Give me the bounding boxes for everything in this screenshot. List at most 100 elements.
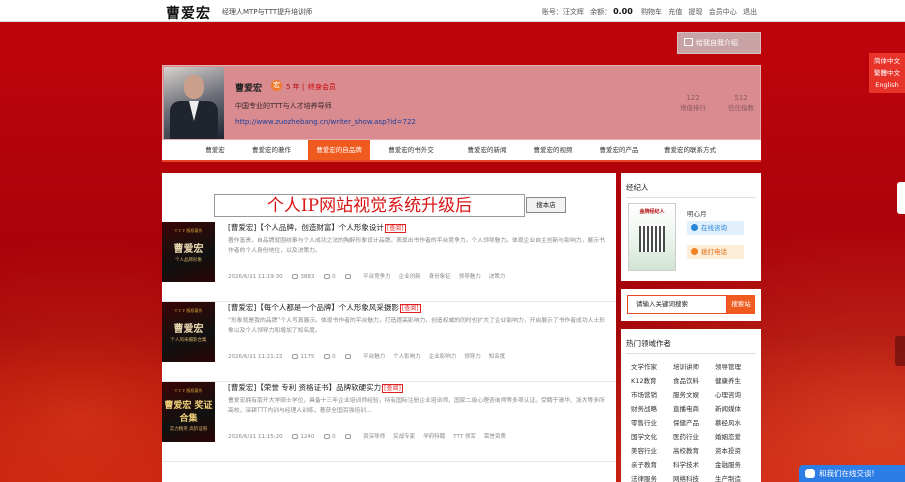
hot-tag[interactable]: 新闻媒体 xyxy=(715,404,755,414)
hot-tag[interactable]: 慕经风水 xyxy=(715,418,755,428)
hot-tag[interactable]: 网络科技 xyxy=(673,474,713,482)
side-float-tab[interactable] xyxy=(897,182,905,214)
tag[interactable]: 领导魅力 xyxy=(459,274,481,280)
hot-tag[interactable]: 食品饮料 xyxy=(673,376,713,386)
live-chat-button[interactable]: 和我们在线交谈! xyxy=(799,465,905,482)
tag[interactable]: 领导力 xyxy=(464,354,481,360)
article-date: 2026/6/11 11:15:20 xyxy=(228,434,283,440)
tag[interactable]: 实战专家 xyxy=(393,434,415,440)
view-link[interactable]: [查阅] xyxy=(384,224,406,233)
hot-tag[interactable]: 领导管理 xyxy=(715,362,755,372)
account-name[interactable]: 汪文辉 xyxy=(563,8,584,16)
article-title[interactable]: [曹爱宏]【每个人都是一个品牌】个人形象风采摄影 [查阅] xyxy=(228,302,421,313)
account-bar: 账号：汪文辉 余额： 0.00 购物车 充值 提现 会员中心 退出 xyxy=(538,7,757,17)
recharge-link[interactable]: 充值 xyxy=(668,8,682,16)
comments[interactable]: 0 xyxy=(324,274,336,280)
hot-tag[interactable]: 零售行业 xyxy=(631,418,671,428)
tag[interactable]: 知名度 xyxy=(489,354,506,360)
hot-tag[interactable]: 财务战略 xyxy=(631,404,671,414)
tag[interactable]: 企业创新 xyxy=(399,274,421,280)
nav-products[interactable]: 曹爱宏的产品 xyxy=(588,140,650,160)
hot-tag[interactable]: 国学文化 xyxy=(631,432,671,442)
member-center-link[interactable]: 会员中心 xyxy=(709,8,737,16)
hot-tag[interactable]: 亲子教育 xyxy=(631,460,671,470)
article-title[interactable]: [曹爱宏]【荣誉 专利 资格证书】品牌软硬实力 [查阅] xyxy=(228,382,403,393)
hot-tag[interactable]: 金融服务 xyxy=(715,460,755,470)
article-title[interactable]: [曹爱宏]【个人品牌，创造财富】个人形象设计 [查阅] xyxy=(228,222,406,233)
site-logo[interactable]: 曹爱宏 xyxy=(166,3,211,23)
hot-tag[interactable]: 美容行业 xyxy=(631,446,671,456)
search-site-button[interactable]: 搜索站 xyxy=(727,295,755,314)
hot-tag[interactable]: 科学技术 xyxy=(673,460,713,470)
view-link[interactable]: [查阅] xyxy=(399,304,421,313)
nav-news[interactable]: 曹爱宏的新闻 xyxy=(456,140,518,160)
hot-tag[interactable]: 婚姻恋爱 xyxy=(715,432,755,442)
article-title-text[interactable]: [曹爱宏]【荣誉 专利 资格证书】品牌软硬实力 xyxy=(228,383,381,392)
comment-icon xyxy=(324,354,331,359)
hot-tag[interactable]: 文学作家 xyxy=(631,362,671,372)
hot-tag[interactable]: 生产制造 xyxy=(715,474,755,482)
tag[interactable]: 身份象征 xyxy=(429,274,451,280)
hot-tag[interactable]: 市场营销 xyxy=(631,390,671,400)
article-thumbnail[interactable]: T T T 版权著作 曹爱宏 个人风采摄影合集 xyxy=(162,302,215,362)
article-title-text[interactable]: [曹爱宏]【个人品牌，创造财富】个人形象设计 xyxy=(228,223,384,232)
cart-link[interactable]: 购物车 xyxy=(641,8,662,16)
nav-videos[interactable]: 曹爱宏的视频 xyxy=(522,140,584,160)
avatar-face xyxy=(184,75,204,99)
tag[interactable]: 平台竞争力 xyxy=(363,274,391,280)
tag[interactable]: 平台魅力 xyxy=(363,354,385,360)
nav-book-diplomacy[interactable]: 曹爱宏的书外交 xyxy=(376,140,446,160)
article-item[interactable]: T T T 版权著作 曹爱宏 奖证合集 实力精英 高阶证照 [曹爱宏]【荣誉 专… xyxy=(162,382,616,462)
profile-years: 5 年 | xyxy=(286,83,305,91)
hot-tag[interactable]: 法律服务 xyxy=(631,474,671,482)
tag[interactable]: 学府特聘 xyxy=(423,434,445,440)
self-intro-button[interactable]: 给我自我介绍 xyxy=(677,32,761,54)
nav-home[interactable]: 曹爱宏 xyxy=(190,140,240,160)
nav-self-brand[interactable]: 曹爱宏的自品牌 xyxy=(308,140,370,160)
nav-works[interactable]: 曹爱宏的著作 xyxy=(244,140,299,160)
lang-simplified[interactable]: 简体中文 xyxy=(869,55,905,67)
withdraw-link[interactable]: 提现 xyxy=(689,8,703,16)
tag[interactable]: 资深导师 xyxy=(363,434,385,440)
lang-english[interactable]: English xyxy=(869,79,905,91)
side-float-tab-dark[interactable] xyxy=(895,336,905,366)
hot-tag[interactable]: 医药行业 xyxy=(673,432,713,442)
stat-trust-value: 512 xyxy=(734,94,748,102)
hot-tag[interactable]: K12教育 xyxy=(631,376,671,386)
keyword-search-input[interactable]: 请输入关键词搜索 xyxy=(627,295,727,314)
article-thumbnail[interactable]: T T T 版权著作 曹爱宏 个人品牌形象 xyxy=(162,222,215,282)
article-date: 2026/6/11 11:19:30 xyxy=(228,274,283,280)
hot-tag[interactable]: 直播电商 xyxy=(673,404,713,414)
tag[interactable]: 个人影响力 xyxy=(393,354,421,360)
agent-card-image[interactable]: 金牌经纪人 xyxy=(628,203,676,271)
tag[interactable]: 企业影响力 xyxy=(429,354,457,360)
hot-tag[interactable]: 培训讲师 xyxy=(673,362,713,372)
hot-tag[interactable]: 心理咨询 xyxy=(715,390,755,400)
hot-tag[interactable]: 保健产品 xyxy=(673,418,713,428)
stat-rank: 122 增值排行 xyxy=(680,93,706,113)
stat-trust-label: 信任指数 xyxy=(728,104,754,112)
comments[interactable]: 0 xyxy=(324,354,336,360)
profile-url-link[interactable]: http://www.zuozhebang.cn/writer_show.asp… xyxy=(235,118,416,126)
lang-traditional[interactable]: 繁體中文 xyxy=(869,67,905,79)
view-link[interactable]: [查阅] xyxy=(382,384,403,393)
tag[interactable]: 决策力 xyxy=(489,274,506,280)
verified-badge-icon: 宏 xyxy=(271,80,282,91)
hot-tag[interactable]: 健康养生 xyxy=(715,376,755,386)
article-item[interactable]: T T T 版权著作 曹爱宏 个人风采摄影合集 [曹爱宏]【每个人都是一个品牌】… xyxy=(162,302,616,382)
nav-contact[interactable]: 曹爱宏的联系方式 xyxy=(656,140,724,160)
search-store-button[interactable]: 搜本店 xyxy=(526,197,566,213)
online-consult-button[interactable]: 在线咨询 xyxy=(687,221,744,235)
article-title-text[interactable]: [曹爱宏]【每个人都是一个品牌】个人形象风采摄影 xyxy=(228,303,399,312)
logout-link[interactable]: 退出 xyxy=(743,8,757,16)
call-button[interactable]: 拨打电话 xyxy=(687,245,744,259)
article-item[interactable]: T T T 版权著作 曹爱宏 个人品牌形象 [曹爱宏]【个人品牌，创造财富】个人… xyxy=(162,222,616,302)
hot-tag[interactable]: 服务文娱 xyxy=(673,390,713,400)
hot-tag[interactable]: 资本投资 xyxy=(715,446,755,456)
tag[interactable]: TTT 领军 xyxy=(453,434,476,440)
tag[interactable]: 荣誉资质 xyxy=(484,434,506,440)
top-bar: 曹爱宏 经理人MTP与TTT提升培训师 账号：汪文辉 余额： 0.00 购物车 充… xyxy=(0,0,905,22)
hot-tag[interactable]: 高校教育 xyxy=(673,446,713,456)
comments[interactable]: 0 xyxy=(324,434,336,440)
article-thumbnail[interactable]: T T T 版权著作 曹爱宏 奖证合集 实力精英 高阶证照 xyxy=(162,382,215,442)
